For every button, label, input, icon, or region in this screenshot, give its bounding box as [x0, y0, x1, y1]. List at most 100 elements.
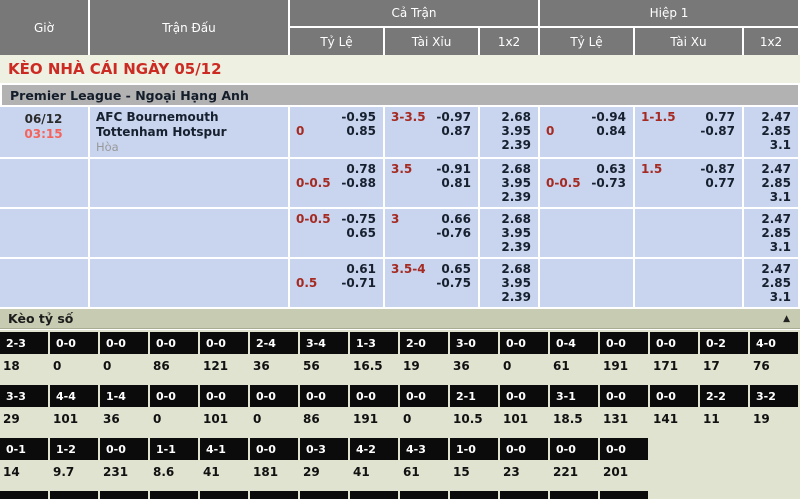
- score-cell[interactable]: 0-3: [300, 438, 348, 460]
- ft-handicap-cell[interactable]: 0.780-0.5-0.88: [290, 159, 383, 207]
- score-cell[interactable]: 0-0: [150, 385, 198, 407]
- ft-handicap-cell[interactable]: 0.610.5-0.71: [290, 259, 383, 307]
- score-cell[interactable]: 4-0: [750, 332, 798, 354]
- score-odds-cell[interactable]: 121: [200, 354, 248, 383]
- score-cell[interactable]: 1-1: [150, 438, 198, 460]
- score-cell[interactable]: 3-0: [450, 332, 498, 354]
- league-header[interactable]: Premier League - Ngoại Hạng Anh: [2, 85, 798, 105]
- ft-1x2-cell[interactable]: 2.683.952.39: [480, 209, 538, 257]
- h1-over-under-cell[interactable]: 1-1.50.77-0.87: [635, 107, 742, 157]
- score-cell[interactable]: [550, 491, 598, 499]
- score-odds-cell[interactable]: 14: [0, 460, 48, 489]
- score-odds-cell[interactable]: 36: [450, 354, 498, 383]
- score-odds-cell[interactable]: 0: [250, 407, 298, 436]
- score-odds-cell[interactable]: 29: [0, 407, 48, 436]
- score-odds-cell[interactable]: 86: [300, 407, 348, 436]
- score-cell[interactable]: [250, 491, 298, 499]
- score-odds-cell[interactable]: 0: [400, 407, 448, 436]
- score-cell[interactable]: 0-0: [200, 385, 248, 407]
- ft-over-under-cell[interactable]: 3-3.5-0.970.87: [385, 107, 478, 157]
- match-cell[interactable]: AFC BournemouthTottenham HotspurHòa: [90, 107, 288, 157]
- score-odds-cell[interactable]: 9.7: [50, 460, 98, 489]
- ft-1x2-cell[interactable]: 2.683.952.39: [480, 107, 538, 157]
- score-odds-cell[interactable]: 191: [350, 407, 398, 436]
- score-cell[interactable]: [50, 491, 98, 499]
- score-cell[interactable]: 1-2: [50, 438, 98, 460]
- score-cell[interactable]: 0-0: [600, 332, 648, 354]
- score-odds-cell[interactable]: 0: [100, 354, 148, 383]
- ft-1x2-cell[interactable]: 2.683.952.39: [480, 259, 538, 307]
- score-section-header[interactable]: Kèo tỷ số ▲: [0, 309, 800, 329]
- ft-over-under-cell[interactable]: 3.5-40.65-0.75: [385, 259, 478, 307]
- score-cell[interactable]: 1-4: [100, 385, 148, 407]
- score-odds-cell[interactable]: 231: [100, 460, 148, 489]
- score-cell[interactable]: [400, 491, 448, 499]
- score-cell[interactable]: [200, 491, 248, 499]
- score-odds-cell[interactable]: 36: [100, 407, 148, 436]
- score-cell[interactable]: [600, 491, 648, 499]
- score-cell[interactable]: 4-1: [200, 438, 248, 460]
- score-cell[interactable]: [450, 491, 498, 499]
- score-cell[interactable]: 0-1: [0, 438, 48, 460]
- score-odds-cell[interactable]: 18.5: [550, 407, 598, 436]
- score-cell[interactable]: 0-0: [200, 332, 248, 354]
- score-odds-cell[interactable]: 221: [550, 460, 598, 489]
- score-odds-cell[interactable]: 10.5: [450, 407, 498, 436]
- score-odds-cell[interactable]: 16.5: [350, 354, 398, 383]
- score-cell[interactable]: [300, 491, 348, 499]
- score-odds-cell[interactable]: 18: [0, 354, 48, 383]
- score-odds-cell[interactable]: 61: [550, 354, 598, 383]
- score-cell[interactable]: 4-4: [50, 385, 98, 407]
- score-cell[interactable]: 0-0: [150, 332, 198, 354]
- ft-over-under-cell[interactable]: 3.5-0.910.81: [385, 159, 478, 207]
- score-odds-cell[interactable]: 76: [750, 354, 798, 383]
- score-odds-cell[interactable]: 41: [200, 460, 248, 489]
- score-cell[interactable]: 0-2: [700, 332, 748, 354]
- score-cell[interactable]: 2-2: [700, 385, 748, 407]
- score-cell[interactable]: 3-3: [0, 385, 48, 407]
- score-odds-cell[interactable]: 101: [50, 407, 98, 436]
- score-odds-cell[interactable]: 29: [300, 460, 348, 489]
- h1-1x2-cell[interactable]: 2.472.853.1: [744, 107, 798, 157]
- score-cell[interactable]: 0-0: [600, 385, 648, 407]
- ft-over-under-cell[interactable]: 30.66-0.76: [385, 209, 478, 257]
- score-odds-cell[interactable]: 0: [150, 407, 198, 436]
- score-cell[interactable]: 0-4: [550, 332, 598, 354]
- score-odds-cell[interactable]: 56: [300, 354, 348, 383]
- score-cell[interactable]: 0-0: [250, 385, 298, 407]
- ft-handicap-cell[interactable]: 0-0.5-0.750.65: [290, 209, 383, 257]
- score-cell[interactable]: 2-0: [400, 332, 448, 354]
- score-cell[interactable]: 3-2: [750, 385, 798, 407]
- score-odds-cell[interactable]: 0: [50, 354, 98, 383]
- score-cell[interactable]: 1-3: [350, 332, 398, 354]
- score-odds-cell[interactable]: 201: [600, 460, 648, 489]
- score-odds-cell[interactable]: 171: [650, 354, 698, 383]
- score-odds-cell[interactable]: 11: [700, 407, 748, 436]
- score-cell[interactable]: 2-1: [450, 385, 498, 407]
- score-cell[interactable]: 0-0: [350, 385, 398, 407]
- score-cell[interactable]: 0-0: [100, 332, 148, 354]
- ft-handicap-cell[interactable]: -0.9500.85: [290, 107, 383, 157]
- score-cell[interactable]: 0-0: [650, 332, 698, 354]
- score-odds-cell[interactable]: 61: [400, 460, 448, 489]
- h1-1x2-cell[interactable]: 2.472.853.1: [744, 159, 798, 207]
- score-odds-cell[interactable]: 191: [600, 354, 648, 383]
- score-odds-cell[interactable]: 19: [400, 354, 448, 383]
- score-cell[interactable]: 0-0: [500, 332, 548, 354]
- score-cell[interactable]: 0-0: [600, 438, 648, 460]
- score-cell[interactable]: 2-4: [250, 332, 298, 354]
- score-cell[interactable]: [150, 491, 198, 499]
- score-cell[interactable]: 0-0: [250, 438, 298, 460]
- score-odds-cell[interactable]: 36: [250, 354, 298, 383]
- score-cell[interactable]: [0, 491, 48, 499]
- score-odds-cell[interactable]: 0: [500, 354, 548, 383]
- score-odds-cell[interactable]: 17: [700, 354, 748, 383]
- score-cell[interactable]: 0-0: [550, 438, 598, 460]
- score-cell[interactable]: 0-0: [400, 385, 448, 407]
- score-odds-cell[interactable]: 15: [450, 460, 498, 489]
- score-odds-cell[interactable]: 181: [250, 460, 298, 489]
- score-cell[interactable]: 0-0: [500, 438, 548, 460]
- score-cell[interactable]: [350, 491, 398, 499]
- score-cell[interactable]: 0-0: [650, 385, 698, 407]
- score-cell[interactable]: [500, 491, 548, 499]
